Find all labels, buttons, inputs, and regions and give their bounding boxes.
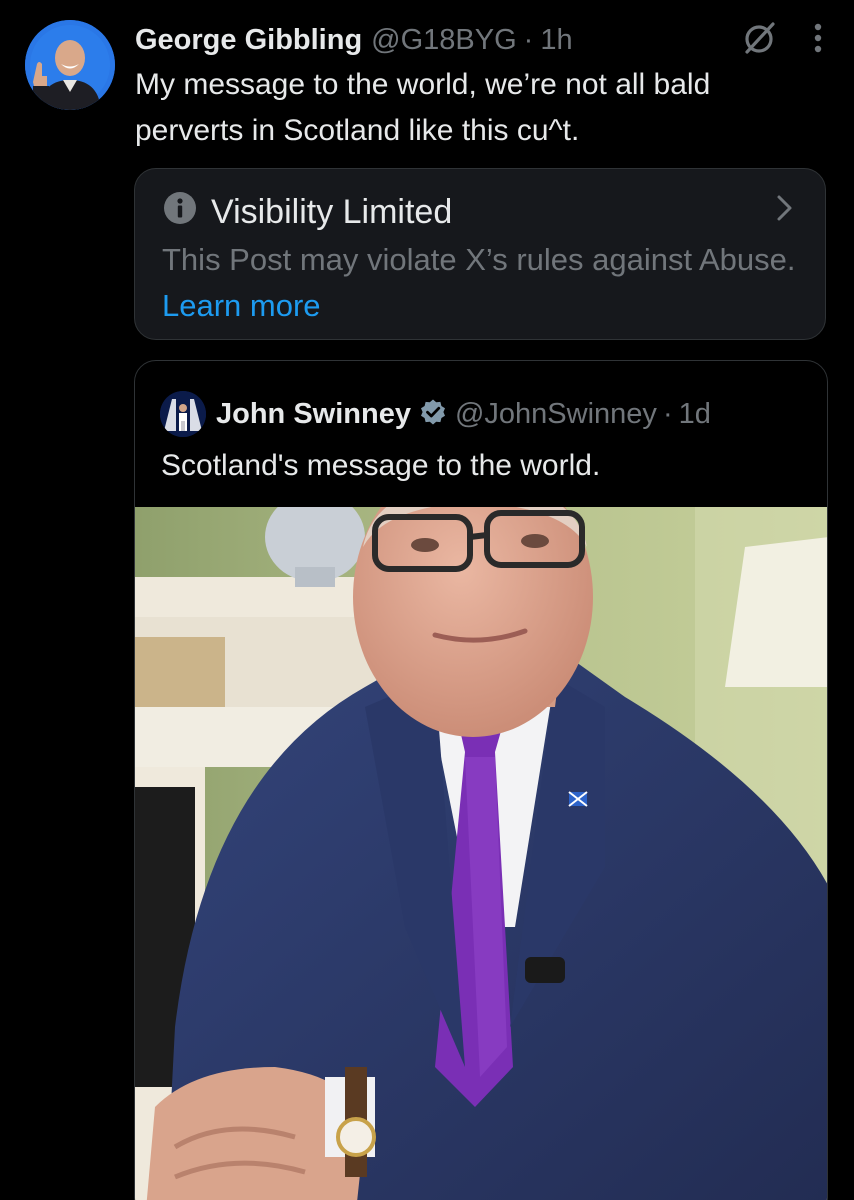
author-avatar[interactable] bbox=[25, 20, 115, 110]
learn-more-link[interactable]: Learn more bbox=[162, 288, 321, 323]
quoted-post-text: Scotland's message to the world. bbox=[161, 449, 601, 482]
post[interactable]: George Gibbling @G18BYG · 1h My message … bbox=[0, 0, 854, 1200]
post-timestamp[interactable]: 1h bbox=[540, 24, 572, 57]
author-handle[interactable]: @G18BYG bbox=[371, 24, 517, 57]
more-vertical-icon[interactable] bbox=[812, 22, 824, 59]
quoted-post-photo[interactable] bbox=[135, 457, 827, 1200]
visibility-body: This Post may violate X’s rules against … bbox=[162, 237, 802, 329]
post-header: George Gibbling @G18BYG · 1h bbox=[135, 20, 573, 60]
visibility-body-text: This Post may violate X’s rules against … bbox=[162, 242, 796, 277]
avatar-image bbox=[25, 20, 115, 110]
quoted-author-name[interactable]: John Swinney bbox=[216, 398, 411, 431]
post-header-actions bbox=[740, 20, 824, 60]
grok-slash-icon[interactable] bbox=[740, 18, 780, 63]
quoted-post[interactable]: John Swinney @JohnSwinney · 1d Scotland'… bbox=[134, 360, 828, 1200]
visibility-title: Visibility Limited bbox=[211, 193, 453, 231]
visibility-title-row: Visibility Limited bbox=[163, 191, 452, 234]
quoted-author-avatar[interactable] bbox=[160, 391, 206, 437]
author-name[interactable]: George Gibbling bbox=[135, 24, 362, 57]
quoted-separator-dot: · bbox=[662, 397, 673, 430]
separator-dot: · bbox=[523, 23, 534, 56]
info-icon bbox=[163, 191, 197, 234]
quoted-author-handle[interactable]: @JohnSwinney bbox=[455, 398, 657, 431]
visibility-notice[interactable]: Visibility Limited This Post may violate… bbox=[134, 168, 826, 340]
portrait-photo-image bbox=[135, 457, 827, 1200]
chevron-right-icon[interactable] bbox=[775, 193, 795, 228]
verified-badge-icon bbox=[419, 398, 447, 434]
quoted-post-header: John Swinney @JohnSwinney · 1d bbox=[160, 391, 711, 437]
post-text: My message to the world, we’re not all b… bbox=[135, 68, 711, 147]
quoted-avatar-image bbox=[160, 391, 206, 437]
quoted-post-timestamp[interactable]: 1d bbox=[679, 398, 711, 431]
